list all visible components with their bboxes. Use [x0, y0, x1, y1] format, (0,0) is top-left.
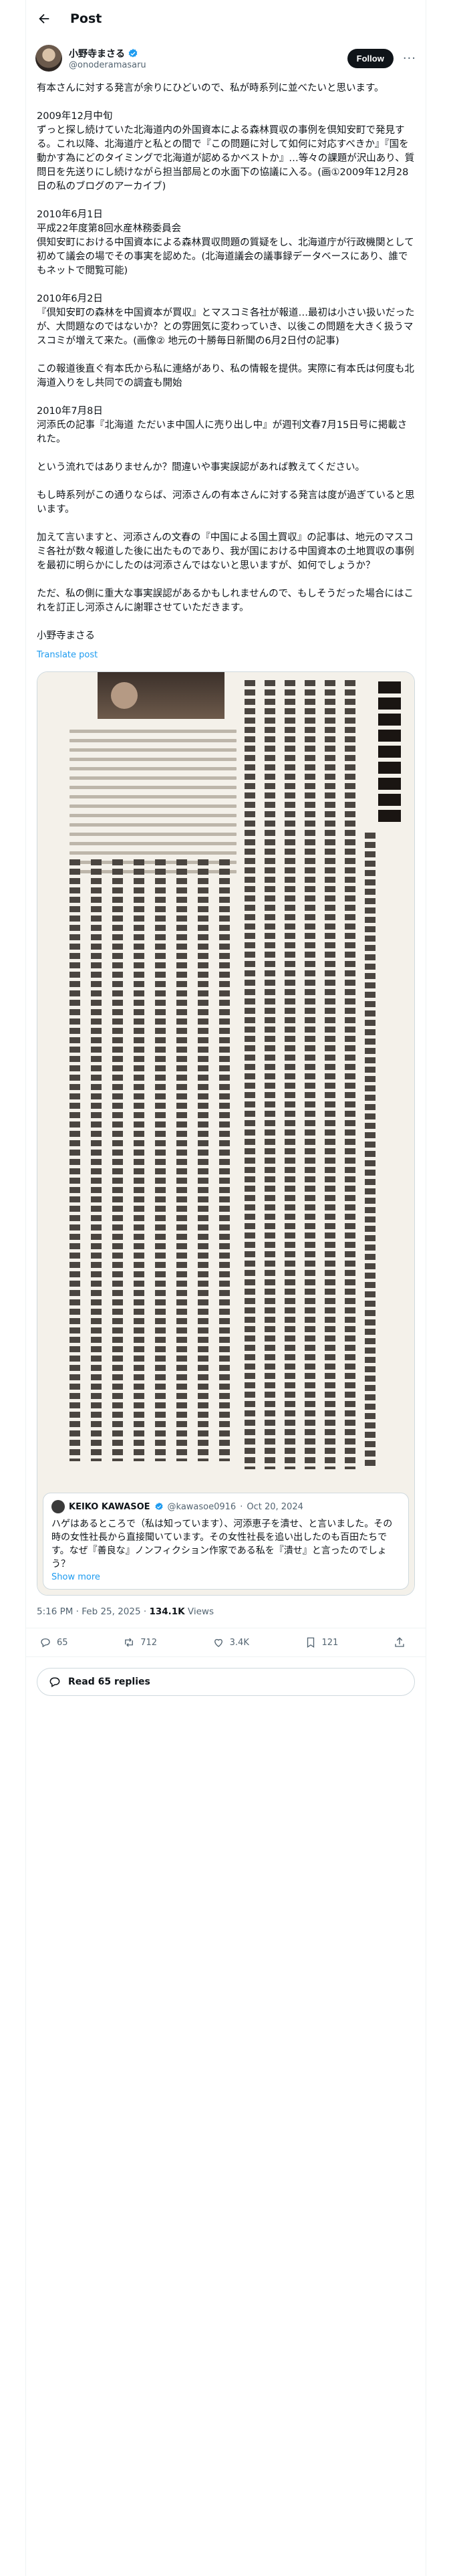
post-paragraph: もし時系列がこの通りならば、河添さんの有本さんに対する発言は度が過ぎていると思い…: [37, 490, 415, 515]
heart-icon: [214, 1638, 222, 1647]
read-replies-label: Read 65 replies: [68, 1677, 150, 1687]
translate-post-link[interactable]: Translate post: [37, 648, 415, 662]
post-paragraph: 有本さんに対する発言が余りにひどいので、私が時系列に並べたいと思います。: [37, 83, 384, 94]
post-paragraph: 2010年6月2日 『倶知安町の森林を中国資本が買収』とマスコミ各社が報道…最初…: [37, 294, 415, 346]
back-arrow-icon[interactable]: [37, 11, 51, 26]
reply-icon: [41, 1638, 50, 1648]
post-paragraph: 2010年6月1日 平成22年度第8回水産林務委員会 倶知安町における中国資本に…: [37, 209, 414, 276]
verified-badge-icon: [128, 48, 138, 58]
more-options-icon[interactable]: ···: [403, 51, 416, 66]
author-names: 小野寺まさる @onoderamasaru: [69, 47, 347, 70]
repost-count: 712: [140, 1637, 158, 1648]
post-body: 有本さんに対する発言が余りにひどいので、私が時系列に並べたいと思います。 200…: [26, 75, 426, 662]
repost-button[interactable]: 712: [123, 1636, 157, 1648]
author-display-name[interactable]: 小野寺まさる: [69, 47, 125, 60]
quoted-author-handle: @kawasoe0916: [167, 1501, 237, 1512]
quoted-author-name: KEIKO KAWASOE: [69, 1501, 150, 1512]
share-button[interactable]: [394, 1636, 406, 1648]
quoted-avatar: [51, 1500, 65, 1513]
author-handle[interactable]: @onoderamasaru: [69, 60, 347, 70]
post-author: 小野寺まさる @onoderamasaru Follow ···: [26, 37, 426, 75]
verified-badge-icon: [154, 1502, 163, 1510]
page-title: Post: [70, 11, 102, 26]
share-icon: [395, 1637, 404, 1647]
read-replies-button[interactable]: Read 65 replies: [37, 1668, 415, 1696]
media-card[interactable]: KEIKO KAWASOE @kawasoe0916 · Oct 20, 202…: [37, 671, 415, 1596]
bookmark-button[interactable]: 121: [305, 1636, 339, 1648]
follow-button[interactable]: Follow: [347, 48, 394, 68]
newspaper-image[interactable]: KEIKO KAWASOE @kawasoe0916 · Oct 20, 202…: [37, 672, 414, 1595]
like-button[interactable]: 3.4K: [212, 1636, 249, 1648]
top-bar: Post: [26, 0, 426, 37]
repost-icon: [125, 1638, 134, 1647]
post-paragraph: という流れではありませんか？間違いや事実誤認があれば教えてください。: [37, 462, 365, 473]
views-label: Views: [184, 1606, 214, 1617]
quoted-post-header: KEIKO KAWASOE @kawasoe0916 · Oct 20, 202…: [51, 1500, 400, 1513]
avatar[interactable]: [35, 45, 62, 72]
post-meta: 5:16 PM · Feb 25, 2025 · 134.1K Views: [26, 1596, 426, 1628]
post-paragraph: 2010年7月8日 河添氏の記事『北海道 ただいま中国人に売り出し中』が週刊文春…: [37, 406, 408, 445]
quoted-post-text: ハゲはあるところで（私は知っています）、河添恵子を潰せ、と言いました。その時の女…: [51, 1519, 393, 1570]
bookmark-count: 121: [321, 1637, 339, 1648]
show-more-link[interactable]: Show more: [51, 1572, 400, 1582]
bookmark-icon: [307, 1637, 314, 1648]
post-signature: 小野寺まさる: [37, 631, 95, 641]
post-paragraph: 2009年12月中旬 ずっと探し続けていた北海道内の外国資本による森林買収の事例…: [37, 111, 415, 192]
post-paragraph: ただ、私の側に重大な事実誤認があるかもしれませんので、もしそうだった場合にはこれ…: [37, 588, 414, 613]
post-paragraph: この報道後直ぐ有本氏から私に連絡があり、私の情報を提供。実際に有本氏は何度も北海…: [37, 364, 414, 389]
views-count: 134.1K: [149, 1606, 185, 1617]
article-text-lines: [69, 730, 237, 879]
action-bar: 65 712 3.4K 121: [26, 1628, 426, 1657]
post-paragraph: 加えて言いますと、河添さんの文春の『中国による国土買収』の記事は、地元のマスコミ…: [37, 532, 414, 571]
reply-count: 65: [57, 1637, 68, 1648]
reply-button[interactable]: 65: [39, 1636, 68, 1648]
quoted-post[interactable]: KEIKO KAWASOE @kawasoe0916 · Oct 20, 202…: [43, 1493, 409, 1590]
post-column: Post 小野寺まさる @onoderamasaru Follow ··· 有本…: [25, 0, 426, 2576]
article-headline: [378, 681, 401, 822]
like-count: 3.4K: [229, 1637, 249, 1648]
quoted-post-date: Oct 20, 2024: [247, 1501, 303, 1512]
article-photo: [98, 672, 224, 719]
post-timestamp[interactable]: 5:16 PM · Feb 25, 2025 ·: [37, 1606, 149, 1617]
chat-bubble-icon: [49, 1677, 60, 1687]
